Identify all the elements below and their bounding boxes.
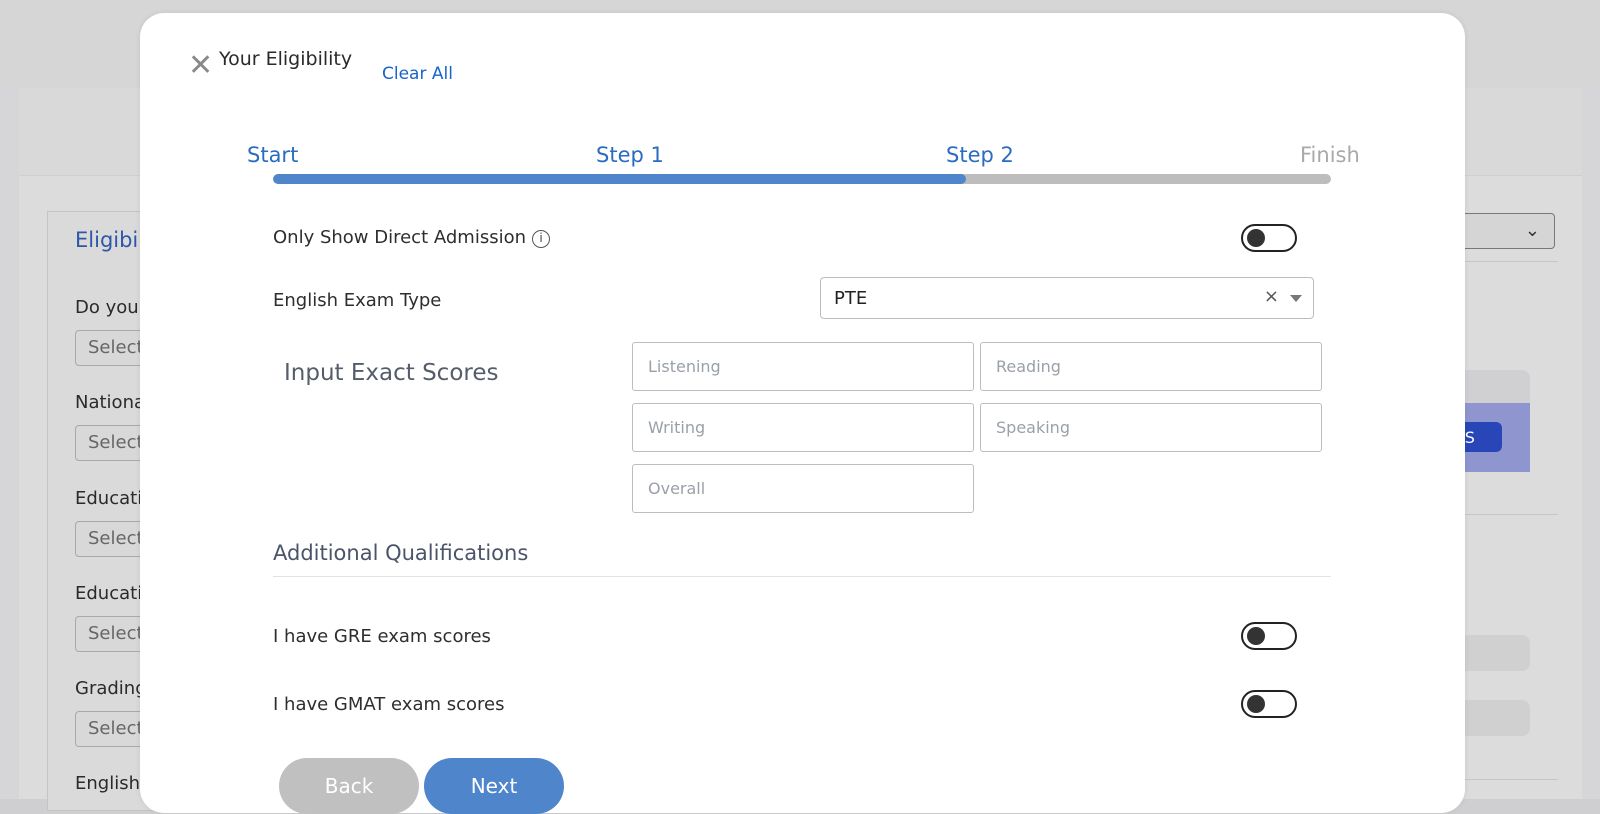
toggle-knob: [1247, 229, 1265, 247]
clear-all-link[interactable]: Clear All: [382, 64, 453, 84]
back-button[interactable]: Back: [279, 758, 419, 814]
step-1[interactable]: Step 1: [596, 143, 664, 167]
exam-type-value: PTE: [834, 288, 868, 309]
step-start[interactable]: Start: [247, 143, 298, 167]
close-icon[interactable]: ✕: [188, 51, 213, 81]
writing-input[interactable]: [632, 403, 974, 452]
direct-admission-label: Only Show Direct Admission: [273, 227, 526, 248]
speaking-input[interactable]: [980, 403, 1322, 452]
reading-input[interactable]: [980, 342, 1322, 391]
listening-input[interactable]: [632, 342, 974, 391]
step-2[interactable]: Step 2: [946, 143, 1014, 167]
exam-type-label: English Exam Type: [273, 290, 442, 311]
chevron-down-icon[interactable]: [1290, 295, 1302, 302]
gre-label: I have GRE exam scores: [273, 626, 491, 647]
clear-selection-icon[interactable]: ×: [1264, 286, 1279, 307]
toggle-knob: [1247, 695, 1265, 713]
next-button[interactable]: Next: [424, 758, 564, 814]
background-label: Educati: [75, 583, 143, 604]
progress-bar: [273, 174, 1331, 184]
section-divider: [273, 576, 1331, 577]
direct-admission-row: Only Show Direct Admission i: [273, 227, 550, 248]
progress-fill: [273, 174, 966, 184]
gmat-toggle[interactable]: [1241, 690, 1297, 718]
background-label: Educati: [75, 488, 143, 509]
scores-title: Input Exact Scores: [284, 360, 499, 386]
chevron-down-icon: ⌄: [1524, 220, 1540, 241]
background-label: English: [75, 773, 140, 794]
background-label: Grading: [75, 678, 145, 699]
eligibility-modal: ✕ Your Eligibility Clear All Start Step …: [140, 13, 1465, 814]
step-finish[interactable]: Finish: [1300, 143, 1360, 167]
additional-qualifications-title: Additional Qualifications: [273, 541, 529, 565]
gmat-label: I have GMAT exam scores: [273, 694, 505, 715]
info-icon[interactable]: i: [532, 230, 550, 248]
gre-toggle[interactable]: [1241, 622, 1297, 650]
background-label: Nationa: [75, 392, 145, 413]
overall-input[interactable]: [632, 464, 974, 513]
modal-title: Your Eligibility: [219, 48, 353, 70]
background-eligibility-title: Eligibility: [75, 228, 145, 252]
direct-admission-toggle[interactable]: [1241, 224, 1297, 252]
toggle-knob: [1247, 627, 1265, 645]
exam-type-select[interactable]: PTE ×: [820, 277, 1314, 319]
background-label: Do you: [75, 297, 139, 318]
